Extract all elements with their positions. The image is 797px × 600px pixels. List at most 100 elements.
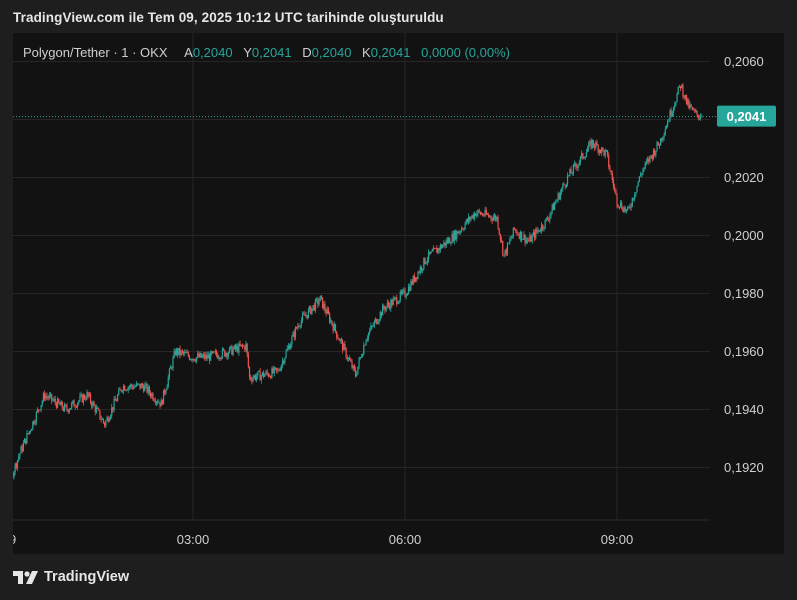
candle-body bbox=[701, 116, 703, 118]
candle-body bbox=[386, 302, 388, 307]
candle-body bbox=[188, 356, 191, 360]
candle-body bbox=[558, 193, 560, 200]
candle-body bbox=[233, 345, 235, 350]
candle-body bbox=[48, 395, 50, 399]
candle-body bbox=[205, 354, 207, 359]
candle-body bbox=[230, 345, 232, 348]
candle-body bbox=[127, 387, 129, 391]
candle-body bbox=[135, 383, 138, 387]
candlestick-chart[interactable]: 0,1920 0,1940 0,1960 0,1980 0,2000 0,2020 0,20… bbox=[13, 33, 784, 554]
candle-body bbox=[588, 143, 590, 150]
candle-body bbox=[385, 306, 387, 311]
candle-body bbox=[491, 218, 493, 221]
candle-body bbox=[281, 360, 284, 366]
candle-body bbox=[418, 272, 420, 273]
candle-body bbox=[515, 229, 517, 231]
candle-body bbox=[144, 385, 146, 392]
candle-body bbox=[329, 313, 331, 323]
candle-body bbox=[675, 101, 677, 106]
candle-body bbox=[240, 344, 242, 346]
candle-body bbox=[203, 354, 205, 356]
candle-body bbox=[14, 463, 16, 473]
candle-body bbox=[561, 188, 563, 193]
legend-open-value: 0,2040 bbox=[192, 45, 233, 60]
candle-body bbox=[134, 386, 136, 388]
candle-body bbox=[225, 353, 227, 357]
candle-body bbox=[217, 355, 219, 359]
candle-body bbox=[62, 408, 65, 411]
candle-body bbox=[167, 376, 169, 387]
candle-body bbox=[575, 163, 577, 167]
candle-body bbox=[442, 245, 444, 249]
candle-body bbox=[402, 290, 404, 294]
chart-panel[interactable]: 0,1920 0,1940 0,1960 0,1980 0,2000 0,2020 0,20… bbox=[13, 33, 784, 554]
candle-body bbox=[502, 241, 504, 255]
candle-body bbox=[284, 357, 286, 364]
candle-body bbox=[449, 238, 451, 244]
candle-body bbox=[221, 349, 224, 358]
candle-body bbox=[638, 176, 640, 182]
candle-body bbox=[157, 401, 159, 403]
candle-body bbox=[214, 351, 216, 353]
candle-body bbox=[207, 354, 209, 359]
candle-body bbox=[598, 149, 600, 153]
candle-body bbox=[218, 357, 220, 359]
candle-body bbox=[311, 308, 313, 314]
candle-body bbox=[458, 231, 460, 234]
candle-body bbox=[61, 401, 63, 409]
tradingview-logo[interactable]: TradingView bbox=[13, 569, 129, 585]
candle-body bbox=[36, 409, 39, 412]
candle-body bbox=[138, 383, 140, 385]
candle-body bbox=[603, 149, 605, 156]
candle-body bbox=[652, 149, 655, 159]
candle-body bbox=[378, 319, 380, 323]
candle-body bbox=[599, 149, 602, 153]
legend-open-label: A bbox=[184, 45, 193, 60]
candle-body bbox=[528, 240, 530, 242]
candle-body bbox=[473, 213, 476, 219]
candle-body bbox=[566, 175, 569, 185]
candle-body bbox=[450, 243, 452, 244]
candle-body bbox=[273, 367, 275, 374]
candle-body bbox=[33, 421, 35, 424]
candle-body bbox=[555, 201, 557, 204]
candle-body bbox=[154, 400, 156, 403]
candle-body bbox=[73, 400, 75, 407]
candle-body bbox=[184, 352, 186, 354]
candle-body bbox=[636, 185, 638, 193]
candle-body bbox=[394, 297, 397, 299]
candle-body bbox=[283, 360, 285, 364]
candle-body bbox=[463, 229, 465, 230]
candle-body bbox=[274, 367, 277, 369]
candle-body bbox=[299, 326, 301, 327]
candle-body bbox=[151, 393, 153, 397]
candle-body bbox=[74, 406, 76, 408]
candle-body bbox=[180, 350, 182, 355]
candle-body bbox=[239, 343, 241, 346]
candle-body bbox=[263, 372, 265, 377]
candle-body bbox=[245, 343, 247, 350]
candle-body bbox=[278, 369, 280, 371]
candle-body bbox=[465, 219, 467, 224]
candle-body bbox=[324, 303, 326, 311]
candle-body bbox=[374, 318, 377, 322]
candle-body bbox=[66, 406, 68, 410]
candle-body bbox=[608, 155, 610, 167]
candle-body bbox=[508, 242, 510, 244]
candle-body bbox=[443, 242, 445, 246]
candle-body bbox=[436, 248, 438, 253]
candle-body bbox=[529, 235, 531, 242]
candle-body bbox=[265, 371, 267, 375]
candle-body bbox=[182, 351, 185, 354]
y-tick-label: 0,1960 bbox=[724, 344, 764, 359]
candle-body bbox=[64, 404, 66, 411]
candle-body bbox=[687, 100, 689, 104]
legend-low-label: D bbox=[302, 45, 312, 60]
candle-body bbox=[639, 175, 642, 177]
candle-body bbox=[19, 453, 21, 457]
candle-body bbox=[332, 324, 334, 331]
candle-body bbox=[97, 407, 99, 409]
candle-body bbox=[208, 354, 211, 361]
candle-body bbox=[108, 418, 110, 422]
candle-body bbox=[680, 86, 682, 89]
